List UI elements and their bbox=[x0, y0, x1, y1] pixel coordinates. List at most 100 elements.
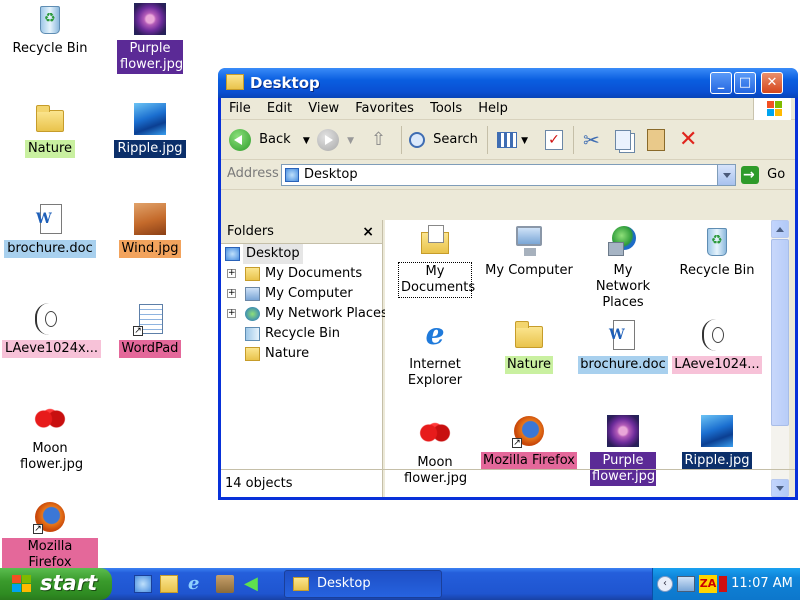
expand-toggle[interactable]: + bbox=[227, 309, 236, 318]
folder-icon bbox=[33, 102, 67, 136]
tree-item-my-network-places[interactable]: + My Network Places bbox=[221, 304, 388, 324]
image-thumbnail-icon bbox=[133, 202, 167, 236]
desktop-icon bbox=[225, 247, 240, 261]
desktop-icon-purple-flower[interactable]: Purple flower.jpg bbox=[102, 2, 198, 74]
menu-favorites[interactable]: Favorites bbox=[349, 98, 420, 120]
desktop-icon-ripple[interactable]: Ripple.jpg bbox=[102, 102, 198, 158]
maximize-button[interactable]: □ bbox=[734, 72, 756, 94]
vertical-scrollbar[interactable] bbox=[771, 220, 789, 497]
sketch-image-icon bbox=[700, 318, 734, 352]
item-label: My Documents bbox=[398, 262, 475, 298]
item-mozilla-firefox[interactable]: ↗ Mozilla Firefox bbox=[481, 414, 577, 470]
clock[interactable]: 11:07 AM bbox=[727, 568, 797, 600]
windows-logo-icon bbox=[753, 98, 791, 120]
address-bar: Address Desktop Go bbox=[221, 160, 795, 190]
window-title: Desktop bbox=[250, 74, 320, 92]
taskbar-button-desktop[interactable]: Desktop bbox=[284, 570, 442, 598]
desktop-icon-firefox[interactable]: ↗ Mozilla Firefox bbox=[2, 500, 98, 572]
tree-item-recycle-bin[interactable]: Recycle Bin bbox=[221, 324, 382, 344]
search-button[interactable]: Search bbox=[409, 126, 478, 154]
start-button[interactable]: start bbox=[0, 568, 112, 600]
desktop-icon-wordpad[interactable]: ↗ WordPad bbox=[102, 302, 198, 358]
item-ripple[interactable]: Ripple.jpg bbox=[669, 414, 765, 470]
item-label: LAeve1024... bbox=[672, 356, 762, 374]
desktop-icon-nature[interactable]: Nature bbox=[2, 102, 98, 158]
folder-options-button[interactable]: ✓ bbox=[545, 126, 563, 154]
menu-help[interactable]: Help bbox=[472, 98, 514, 120]
item-label: My Computer bbox=[485, 263, 573, 278]
desktop-icon-recycle-bin[interactable]: Recycle Bin bbox=[2, 2, 98, 58]
close-button[interactable]: ✕ bbox=[761, 72, 783, 94]
windows-flag-icon bbox=[12, 575, 32, 593]
item-label: My Network Places bbox=[595, 263, 651, 310]
delete-button[interactable]: ✕ bbox=[679, 126, 697, 154]
desktop-icon-moon-flower[interactable]: Moon flower.jpg bbox=[2, 402, 98, 474]
item-nature[interactable]: Nature bbox=[481, 318, 577, 374]
file-view: My Documents My Computer My Network Plac… bbox=[385, 220, 771, 497]
desktop-icon-wind[interactable]: Wind.jpg bbox=[102, 202, 198, 258]
tree-item-my-documents[interactable]: + My Documents bbox=[221, 264, 382, 284]
item-my-network-places[interactable]: My Network Places bbox=[575, 224, 671, 312]
folders-pane-close-button[interactable]: × bbox=[362, 220, 374, 244]
dropdown-arrow-icon: ▼ bbox=[347, 136, 355, 146]
tree-item-my-computer[interactable]: + My Computer bbox=[221, 284, 382, 304]
folder-icon bbox=[226, 74, 244, 90]
red-tray-icon[interactable] bbox=[719, 576, 727, 592]
internet-explorer-icon[interactable]: e bbox=[188, 575, 206, 593]
folder-icon[interactable] bbox=[160, 575, 178, 593]
network-tray-icon[interactable] bbox=[677, 576, 695, 592]
desktop-icon-brochure[interactable]: brochure.doc bbox=[2, 202, 98, 258]
show-desktop-icon[interactable] bbox=[134, 575, 152, 593]
address-input[interactable]: Desktop bbox=[281, 164, 736, 186]
clipboard-icon bbox=[647, 128, 665, 151]
address-value: Desktop bbox=[304, 167, 358, 182]
taskbar-button-label: Desktop bbox=[317, 576, 371, 591]
image-thumbnail-icon bbox=[133, 102, 167, 136]
item-my-computer[interactable]: My Computer bbox=[481, 224, 577, 280]
tree-item-label: Recycle Bin bbox=[265, 326, 340, 341]
item-recycle-bin[interactable]: Recycle Bin bbox=[669, 224, 765, 280]
go-button[interactable]: Go bbox=[741, 164, 785, 186]
shortcut-arrow-icon: ↗ bbox=[133, 326, 143, 336]
green-arrow-icon[interactable]: ◀ bbox=[244, 575, 262, 593]
scroll-up-button[interactable] bbox=[771, 220, 789, 238]
item-label: Recycle Bin bbox=[679, 263, 755, 278]
menu-edit[interactable]: Edit bbox=[261, 98, 298, 120]
expand-toggle[interactable]: + bbox=[227, 289, 236, 298]
network-places-icon bbox=[606, 224, 640, 258]
toolbar-separator bbox=[487, 126, 488, 154]
menu-view[interactable]: View bbox=[302, 98, 345, 120]
views-button[interactable]: ▼ bbox=[497, 126, 528, 154]
menu-file[interactable]: File bbox=[223, 98, 257, 120]
forward-button[interactable]: ▼ bbox=[317, 126, 354, 154]
scroll-thumb[interactable] bbox=[771, 239, 789, 426]
tree-item-desktop[interactable]: Desktop bbox=[221, 244, 382, 264]
expand-toggle[interactable]: + bbox=[227, 269, 236, 278]
title-bar[interactable]: Desktop _ □ ✕ bbox=[218, 68, 798, 98]
shortcut-arrow-icon: ↗ bbox=[512, 438, 522, 448]
item-label: brochure.doc bbox=[578, 356, 668, 374]
item-brochure[interactable]: brochure.doc bbox=[575, 318, 671, 374]
back-button[interactable]: Back ▼ bbox=[229, 126, 310, 154]
item-my-documents[interactable]: My Documents bbox=[387, 224, 483, 298]
forward-arrow-icon bbox=[317, 128, 339, 151]
item-internet-explorer[interactable]: e Internet Explorer bbox=[387, 318, 483, 390]
menu-tools[interactable]: Tools bbox=[424, 98, 468, 120]
search-icon bbox=[409, 131, 425, 148]
address-dropdown-button[interactable] bbox=[717, 165, 735, 185]
paste-button[interactable] bbox=[647, 126, 665, 154]
item-laeve[interactable]: LAeve1024... bbox=[669, 318, 765, 374]
tree-item-nature[interactable]: Nature bbox=[221, 344, 382, 364]
briefcase-icon[interactable] bbox=[216, 575, 234, 593]
desktop-icon bbox=[285, 168, 299, 182]
wordpad-icon: ↗ bbox=[133, 302, 167, 336]
cut-button[interactable]: ✂ bbox=[583, 126, 600, 154]
image-thumbnail-icon bbox=[33, 402, 67, 436]
minimize-button[interactable]: _ bbox=[710, 72, 732, 94]
show-hidden-icons-button[interactable]: ‹ bbox=[657, 576, 673, 592]
up-folder-button[interactable]: ⇧ bbox=[371, 126, 386, 154]
desktop-icon-laeve[interactable]: LAeve1024x... bbox=[2, 302, 102, 358]
zonealarm-tray-icon[interactable]: ZA bbox=[699, 575, 717, 593]
copy-button[interactable] bbox=[615, 126, 631, 154]
toolbar-separator bbox=[573, 126, 574, 154]
